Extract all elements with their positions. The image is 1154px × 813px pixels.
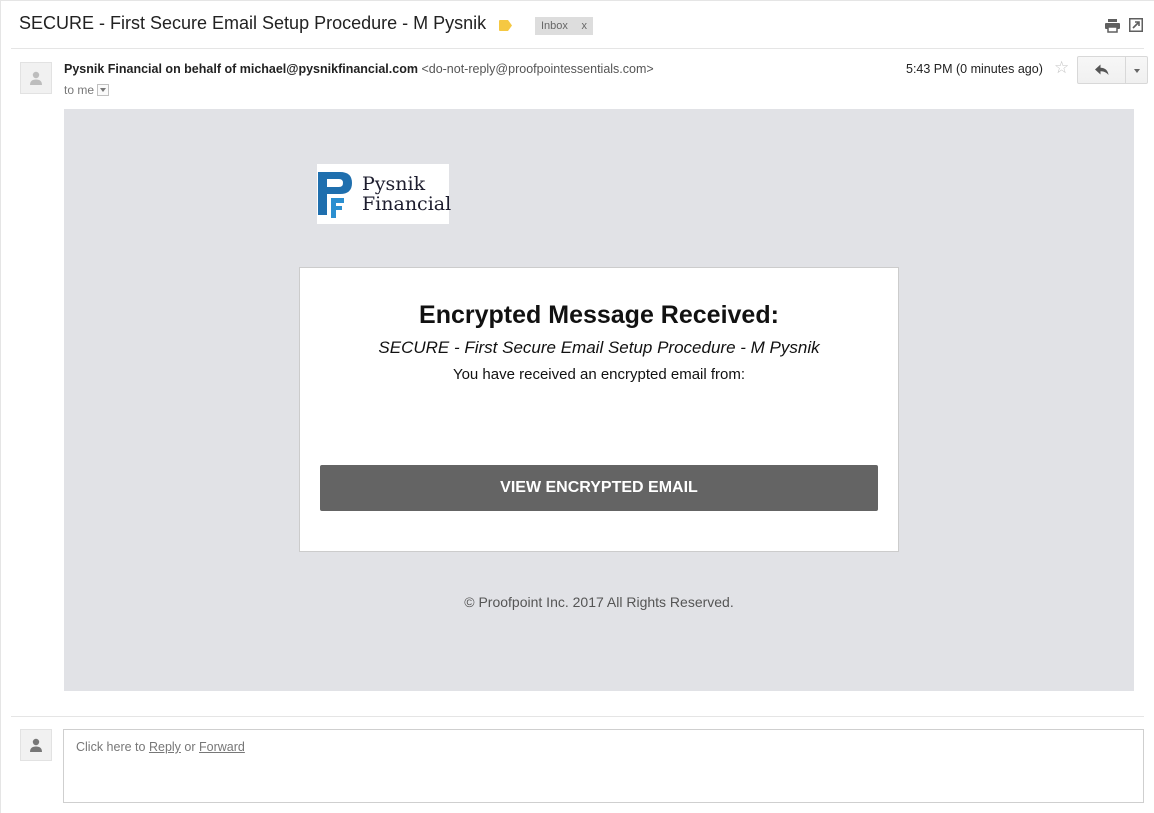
person-icon	[30, 738, 42, 752]
sender-line: Pysnik Financial on behalf of michael@py…	[64, 62, 654, 76]
star-icon[interactable]: ☆	[1054, 58, 1069, 78]
new-window-icon[interactable]	[1129, 18, 1143, 32]
reply-icon	[1095, 64, 1109, 75]
card-from-text: You have received an encrypted email fro…	[452, 366, 746, 383]
sender-address: <do-not-reply@proofpointessentials.com>	[421, 62, 654, 76]
logo-line-1: Pysnik	[362, 173, 426, 195]
recipient-text: to me	[64, 83, 95, 97]
window-border-left	[0, 0, 1, 813]
card-subject: SECURE - First Secure Email Setup Proced…	[378, 338, 820, 357]
header-divider	[11, 48, 1144, 49]
remove-label-button[interactable]: x	[582, 17, 588, 35]
user-avatar	[20, 729, 52, 761]
email-subject: SECURE - First Secure Email Setup Proced…	[19, 13, 487, 33]
more-actions-button[interactable]	[1125, 56, 1148, 84]
inbox-label-text: Inbox	[541, 20, 568, 32]
reply-divider	[11, 716, 1144, 717]
show-details-dropdown[interactable]	[97, 83, 110, 96]
label-tag-icon[interactable]	[499, 20, 512, 31]
print-icon[interactable]	[1105, 18, 1120, 33]
logo-line-2: Financial	[362, 193, 452, 215]
logo-text: Pysnik Financial	[362, 174, 451, 214]
person-icon	[30, 71, 42, 85]
company-logo: Pysnik Financial	[317, 164, 451, 224]
inbox-label-chip: Inbox x	[535, 17, 593, 35]
view-encrypted-email-button[interactable]: VIEW ENCRYPTED EMAIL	[320, 465, 878, 511]
message-body: Pysnik Financial Encrypted Message Recei…	[64, 109, 1134, 691]
recipient-line: to me	[64, 83, 110, 97]
reply-box[interactable]: Click here to Reply or Forward	[63, 729, 1144, 803]
forward-link[interactable]: Forward	[199, 740, 245, 754]
sender-name[interactable]: Pysnik Financial on behalf of michael@py…	[64, 62, 418, 76]
reply-prefix: Click here to	[76, 740, 146, 754]
reply-link[interactable]: Reply	[149, 740, 181, 754]
email-timestamp: 5:43 PM (0 minutes ago)	[906, 62, 1043, 76]
copyright-footer: © Proofpoint Inc. 2017 All Rights Reserv…	[464, 594, 734, 610]
window-border-top	[0, 0, 1154, 1]
encrypted-message-card: Encrypted Message Received: SECURE - Fir…	[299, 267, 899, 552]
sender-avatar	[20, 62, 52, 94]
reply-or: or	[184, 740, 196, 754]
logo-mark-icon	[318, 172, 352, 218]
reply-button[interactable]	[1077, 56, 1126, 84]
card-title: Encrypted Message Received:	[419, 301, 779, 329]
reply-prompt: Click here to Reply or Forward	[76, 740, 245, 754]
